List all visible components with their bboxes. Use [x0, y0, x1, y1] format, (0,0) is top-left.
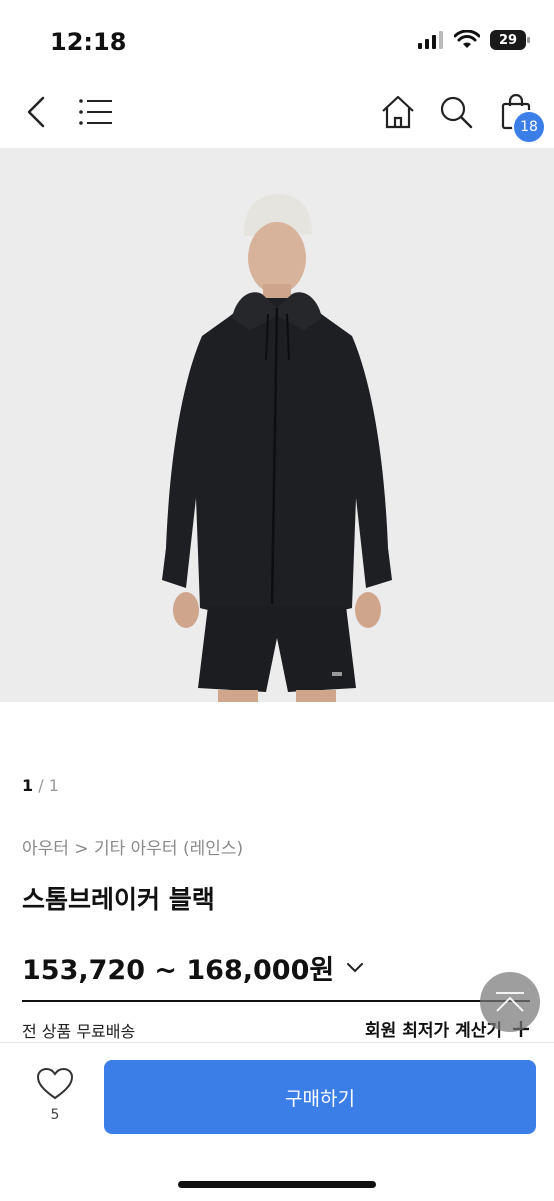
back-button[interactable] — [12, 88, 60, 136]
product-price: 153,720 ~ 168,000원 — [22, 955, 335, 986]
wifi-icon — [454, 30, 480, 48]
scroll-to-top-button[interactable] — [480, 972, 540, 1032]
home-icon — [382, 95, 414, 129]
chevron-up-icon — [496, 992, 524, 1012]
status-time: 12:18 — [50, 28, 127, 56]
buy-button[interactable]: 구매하기 — [104, 1060, 536, 1134]
calculator-label: 회원 최저가 계산기 — [365, 1021, 502, 1041]
menu-button[interactable] — [72, 88, 120, 136]
navigation-bar: 18 — [0, 80, 554, 146]
image-counter-separator: / — [33, 776, 49, 795]
cart-count-badge: 18 — [512, 110, 546, 144]
image-counter: 1 / 1 — [22, 776, 59, 795]
chevron-left-icon — [27, 96, 45, 128]
status-bar: 12:18 29 — [0, 0, 554, 80]
battery-icon: 29 — [490, 30, 530, 50]
home-button[interactable] — [374, 88, 422, 136]
category-breadcrumb[interactable]: 아우터 > 기타 아우터 (레인스) — [22, 834, 243, 859]
home-indicator — [178, 1181, 376, 1188]
menu-icon — [79, 99, 112, 125]
search-button[interactable] — [432, 88, 480, 136]
bottom-action-bar: 5 구매하기 — [0, 1042, 554, 1201]
status-icons: 29 — [418, 30, 530, 50]
cart-button[interactable]: 18 — [492, 88, 546, 144]
chevron-down-icon[interactable] — [346, 962, 364, 974]
search-icon — [440, 96, 473, 129]
like-count: 5 — [50, 1107, 60, 1123]
product-title: 스톰브레이커 블랙 — [22, 885, 215, 914]
battery-level: 29 — [498, 32, 518, 48]
image-counter-total: 1 — [48, 776, 59, 795]
price-row[interactable]: 153,720 ~ 168,000원 — [22, 948, 364, 987]
product-image[interactable] — [0, 148, 554, 702]
like-button[interactable]: 5 — [30, 1067, 80, 1123]
cellular-signal-icon — [418, 31, 443, 49]
price-divider — [22, 1000, 530, 1002]
shipping-info: 전 상품 무료배송 — [22, 1022, 136, 1041]
product-photo-jacket — [0, 148, 554, 702]
image-counter-current: 1 — [22, 776, 34, 795]
heart-icon — [36, 1067, 74, 1100]
